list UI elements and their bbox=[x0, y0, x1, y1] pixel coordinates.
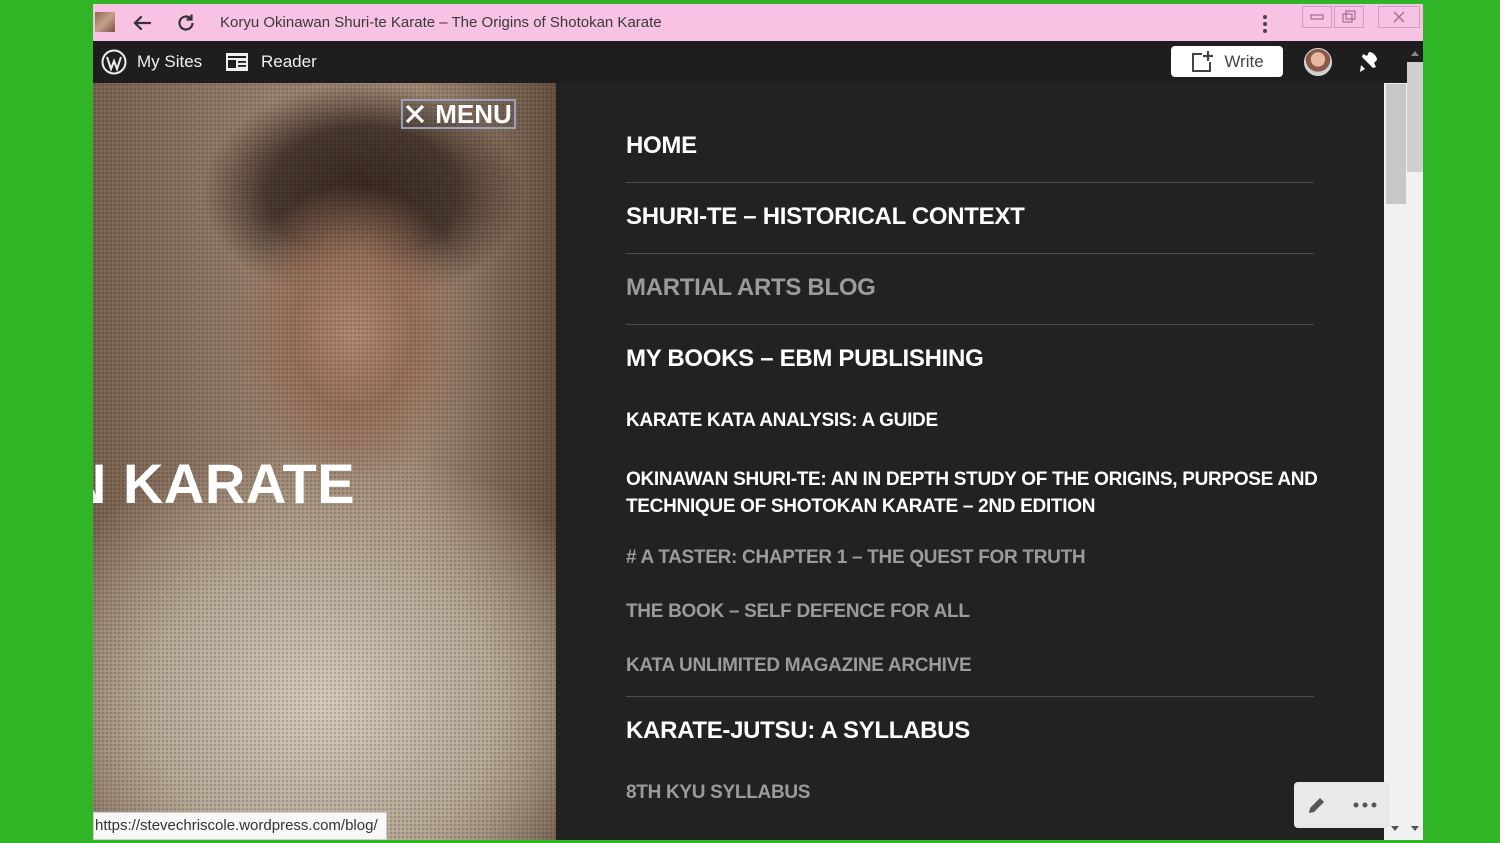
reader-label: Reader bbox=[261, 52, 317, 71]
outer-scrollbar-thumb[interactable] bbox=[1407, 62, 1423, 172]
nav-taster[interactable]: # A TASTER: CHAPTER 1 – THE QUEST FOR TR… bbox=[626, 547, 1086, 569]
reader-link[interactable]: Reader bbox=[225, 41, 317, 83]
close-icon bbox=[406, 104, 425, 124]
menu-label: MENU bbox=[435, 98, 512, 129]
write-button[interactable]: Write bbox=[1171, 46, 1283, 77]
site-title-fragment: AN KARATE bbox=[93, 452, 356, 515]
my-sites-link[interactable]: My Sites bbox=[101, 41, 202, 83]
page-title: Koryu Okinawan Shuri-te Karate – The Ori… bbox=[220, 14, 662, 31]
header-image: AN KARATE MENU bbox=[93, 83, 556, 840]
nav-8th-kyu[interactable]: 8TH KYU SYLLABUS bbox=[626, 782, 810, 804]
restore-button[interactable] bbox=[1334, 6, 1364, 28]
nav-shuri-te[interactable]: SHURI-TE – HISTORICAL CONTEXT bbox=[626, 203, 1025, 231]
write-label: Write bbox=[1224, 51, 1264, 71]
wordpress-icon bbox=[101, 49, 127, 75]
nav-books[interactable]: MY BOOKS – EBM PUBLISHING bbox=[626, 345, 984, 373]
notifications-bell-icon bbox=[1360, 52, 1377, 72]
nav-divider bbox=[626, 696, 1314, 697]
more-options-icon[interactable] bbox=[1253, 12, 1277, 36]
edit-widget bbox=[1294, 782, 1390, 828]
reader-icon bbox=[226, 53, 248, 71]
nav-divider bbox=[626, 324, 1314, 325]
nav-divider bbox=[626, 253, 1314, 254]
edit-pencil-icon[interactable] bbox=[1306, 794, 1328, 816]
browser-window: Koryu Okinawan Shuri-te Karate – The Ori… bbox=[93, 4, 1423, 840]
inner-scrollbar-thumb[interactable] bbox=[1386, 84, 1406, 204]
scroll-down-icon[interactable] bbox=[1409, 824, 1421, 834]
scroll-down-icon[interactable] bbox=[1389, 824, 1401, 834]
back-icon[interactable] bbox=[129, 10, 155, 36]
nav-divider bbox=[626, 182, 1314, 183]
nav-home[interactable]: HOME bbox=[626, 132, 697, 160]
user-avatar[interactable] bbox=[1304, 48, 1332, 76]
main-navigation: HOME SHURI-TE – HISTORICAL CONTEXT MARTI… bbox=[556, 83, 1384, 840]
my-sites-label: My Sites bbox=[137, 52, 203, 71]
status-bar-url: https://stevechriscole.wordpress.com/blo… bbox=[93, 812, 387, 840]
nav-karate-jutsu[interactable]: KARATE-JUTSU: A SYLLABUS bbox=[626, 717, 970, 745]
menu-toggle-button[interactable]: MENU bbox=[401, 99, 516, 129]
nav-okinawan-line1: OKINAWAN SHURI-TE: AN IN DEPTH STUDY OF … bbox=[626, 469, 1318, 490]
notifications-button[interactable] bbox=[1355, 41, 1381, 83]
nav-kata-unlimited[interactable]: KATA UNLIMITED MAGAZINE ARCHIVE bbox=[626, 655, 972, 677]
more-ellipsis-icon[interactable] bbox=[1352, 801, 1378, 809]
scroll-up-icon[interactable] bbox=[1409, 48, 1421, 58]
site-favicon-icon bbox=[95, 12, 115, 32]
nav-self-defence[interactable]: THE BOOK – SELF DEFENCE FOR ALL bbox=[626, 601, 970, 623]
new-post-icon bbox=[1192, 50, 1214, 72]
nav-kata-analysis[interactable]: KARATE KATA ANALYSIS: A GUIDE bbox=[626, 410, 938, 432]
nav-blog[interactable]: MARTIAL ARTS BLOG bbox=[626, 274, 876, 302]
reload-icon[interactable] bbox=[173, 10, 199, 36]
minimize-button[interactable] bbox=[1302, 6, 1332, 28]
nav-okinawan-shuri-te[interactable]: OKINAWAN SHURI-TE: AN IN DEPTH STUDY OF … bbox=[626, 466, 1318, 520]
nav-okinawan-line2: TECHNIQUE OF SHOTOKAN KARATE – 2ND EDITI… bbox=[626, 496, 1096, 517]
close-window-button[interactable] bbox=[1378, 6, 1420, 28]
browser-titlebar: Koryu Okinawan Shuri-te Karate – The Ori… bbox=[93, 4, 1423, 41]
wp-admin-bar: My Sites Reader Write bbox=[93, 41, 1423, 83]
